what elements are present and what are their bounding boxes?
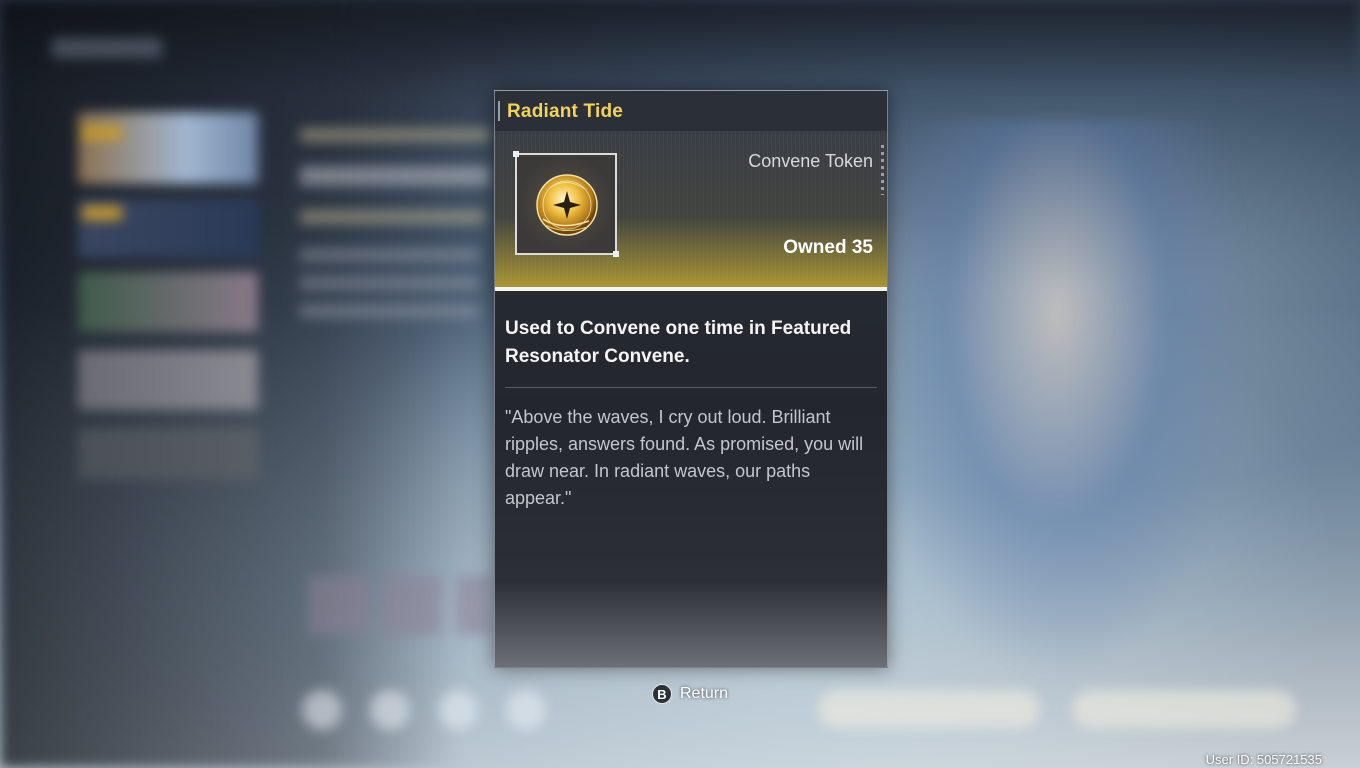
owned-count: Owned 35: [783, 237, 873, 259]
background-back-label: [52, 38, 162, 58]
item-description: Used to Convene one time in Featured Res…: [505, 318, 852, 367]
user-id-label: User ID: 505721535: [1205, 752, 1322, 767]
background-thumbnail: [456, 575, 492, 635]
owned-label: Owned: [783, 237, 847, 258]
background-text: [300, 304, 480, 318]
background-text: [300, 276, 480, 290]
item-flavor-text: "Above the waves, I cry out loud. Brilli…: [505, 407, 864, 508]
background-banner-card: [78, 272, 258, 332]
item-icon-frame: [513, 151, 619, 257]
item-title: Radiant Tide: [507, 101, 624, 122]
background-banner-card: [78, 428, 258, 480]
background-text: [300, 166, 490, 186]
owned-value: 35: [851, 237, 873, 258]
panel-header: Radiant Tide: [495, 91, 887, 131]
background-banner-card: [78, 350, 258, 410]
return-button[interactable]: B Return: [652, 682, 728, 706]
header-accent-bar: [498, 101, 500, 121]
background-round-button: [438, 690, 478, 730]
background-convene-button: [818, 690, 1040, 728]
background-round-button: [506, 690, 546, 730]
item-display-area: Convene Token Owned 35: [495, 131, 887, 287]
background-text: [300, 210, 485, 224]
background-top-bar: [0, 0, 1360, 90]
scroll-indicator: [881, 145, 884, 195]
background-thumbnail: [382, 575, 442, 635]
background-banner-tag: [82, 206, 122, 220]
b-button-icon: B: [652, 684, 672, 704]
item-detail-panel: Radiant Tide Convene Token Owned 35 Used…: [494, 90, 888, 668]
background-text: [300, 128, 490, 142]
background-convene-button: [1072, 690, 1296, 728]
background-banner-tag: [82, 126, 122, 140]
item-area-divider: [495, 287, 887, 291]
item-type-label: Convene Token: [748, 151, 873, 171]
background-round-button: [302, 690, 342, 730]
background-text: [300, 248, 480, 262]
background-thumbnail: [308, 575, 368, 635]
return-label: Return: [680, 685, 729, 702]
background-character-art: [900, 120, 1250, 680]
radiant-tide-token-icon: [536, 174, 598, 236]
background-banner-card: [78, 112, 258, 184]
section-divider: [505, 387, 877, 388]
background-round-button: [370, 690, 410, 730]
